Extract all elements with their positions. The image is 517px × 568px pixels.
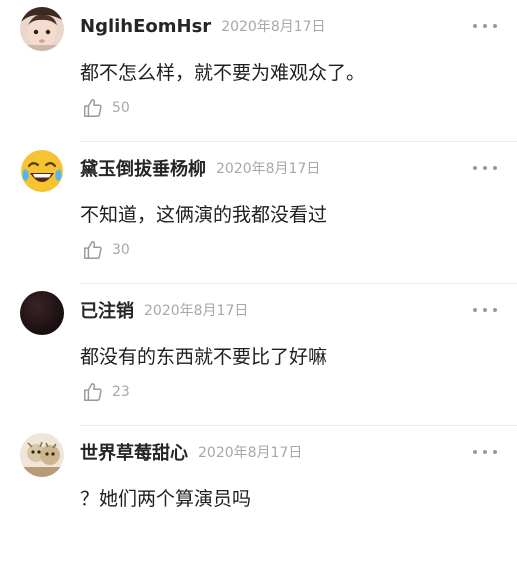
comment-header: 已注销 2020年8月17日	[80, 296, 497, 324]
laughing-crying-emoji-avatar-icon	[21, 150, 63, 192]
like-button[interactable]: 50	[82, 96, 130, 120]
comment-date: 2020年8月17日	[198, 445, 303, 461]
more-options-icon[interactable]	[473, 438, 497, 466]
avatar[interactable]	[20, 291, 64, 335]
username[interactable]: 世界草莓甜心	[80, 439, 188, 465]
comment-text: 都没有的东西就不要比了好嘛	[80, 346, 328, 368]
thumbs-up-icon	[84, 241, 102, 259]
avatar[interactable]	[20, 149, 64, 193]
like-button[interactable]: 30	[82, 238, 130, 262]
child-photo-avatar-icon	[20, 7, 64, 51]
comment-text: ？她们两个算演员吗	[80, 488, 252, 510]
thumbs-up-icon	[84, 383, 102, 401]
more-options-icon[interactable]	[473, 154, 497, 182]
thumbs-up-icon	[84, 99, 102, 117]
like-count: 30	[112, 242, 130, 258]
comment-item: 黛玉倒拔垂杨柳 2020年8月17日 不知道，这俩演的我都没看过 30	[0, 142, 517, 284]
username[interactable]: 黛玉倒拔垂杨柳	[80, 155, 206, 181]
comment-item: 世界草莓甜心 2020年8月17日 ？她们两个算演员吗	[0, 426, 517, 568]
comment-text: 不知道，这俩演的我都没看过	[80, 204, 328, 226]
comment-item: 已注销 2020年8月17日 都没有的东西就不要比了好嘛 23	[0, 284, 517, 426]
username[interactable]: NglihEomHsr	[80, 16, 211, 37]
comment-header: NglihEomHsr 2020年8月17日	[80, 12, 497, 40]
comment-header: 世界草莓甜心 2020年8月17日	[80, 438, 497, 466]
username[interactable]: 已注销	[80, 297, 134, 323]
more-options-icon[interactable]	[473, 296, 497, 324]
avatar[interactable]	[20, 7, 64, 51]
dark-default-avatar-icon	[20, 291, 64, 335]
avatar[interactable]	[20, 433, 64, 477]
comment-date: 2020年8月17日	[144, 303, 249, 319]
comment-text: 都不怎么样，就不要为难观众了。	[80, 62, 366, 84]
comment-header: 黛玉倒拔垂杨柳 2020年8月17日	[80, 154, 497, 182]
more-options-icon[interactable]	[473, 12, 497, 40]
like-count: 23	[112, 384, 130, 400]
like-count: 50	[112, 100, 130, 116]
comment-date: 2020年8月17日	[216, 161, 321, 177]
cartoon-photo-avatar-icon	[20, 433, 64, 477]
comment-item: NglihEomHsr 2020年8月17日 都不怎么样，就不要为难观众了。 5…	[0, 0, 517, 142]
like-button[interactable]: 23	[82, 380, 130, 404]
comment-date: 2020年8月17日	[221, 19, 326, 35]
